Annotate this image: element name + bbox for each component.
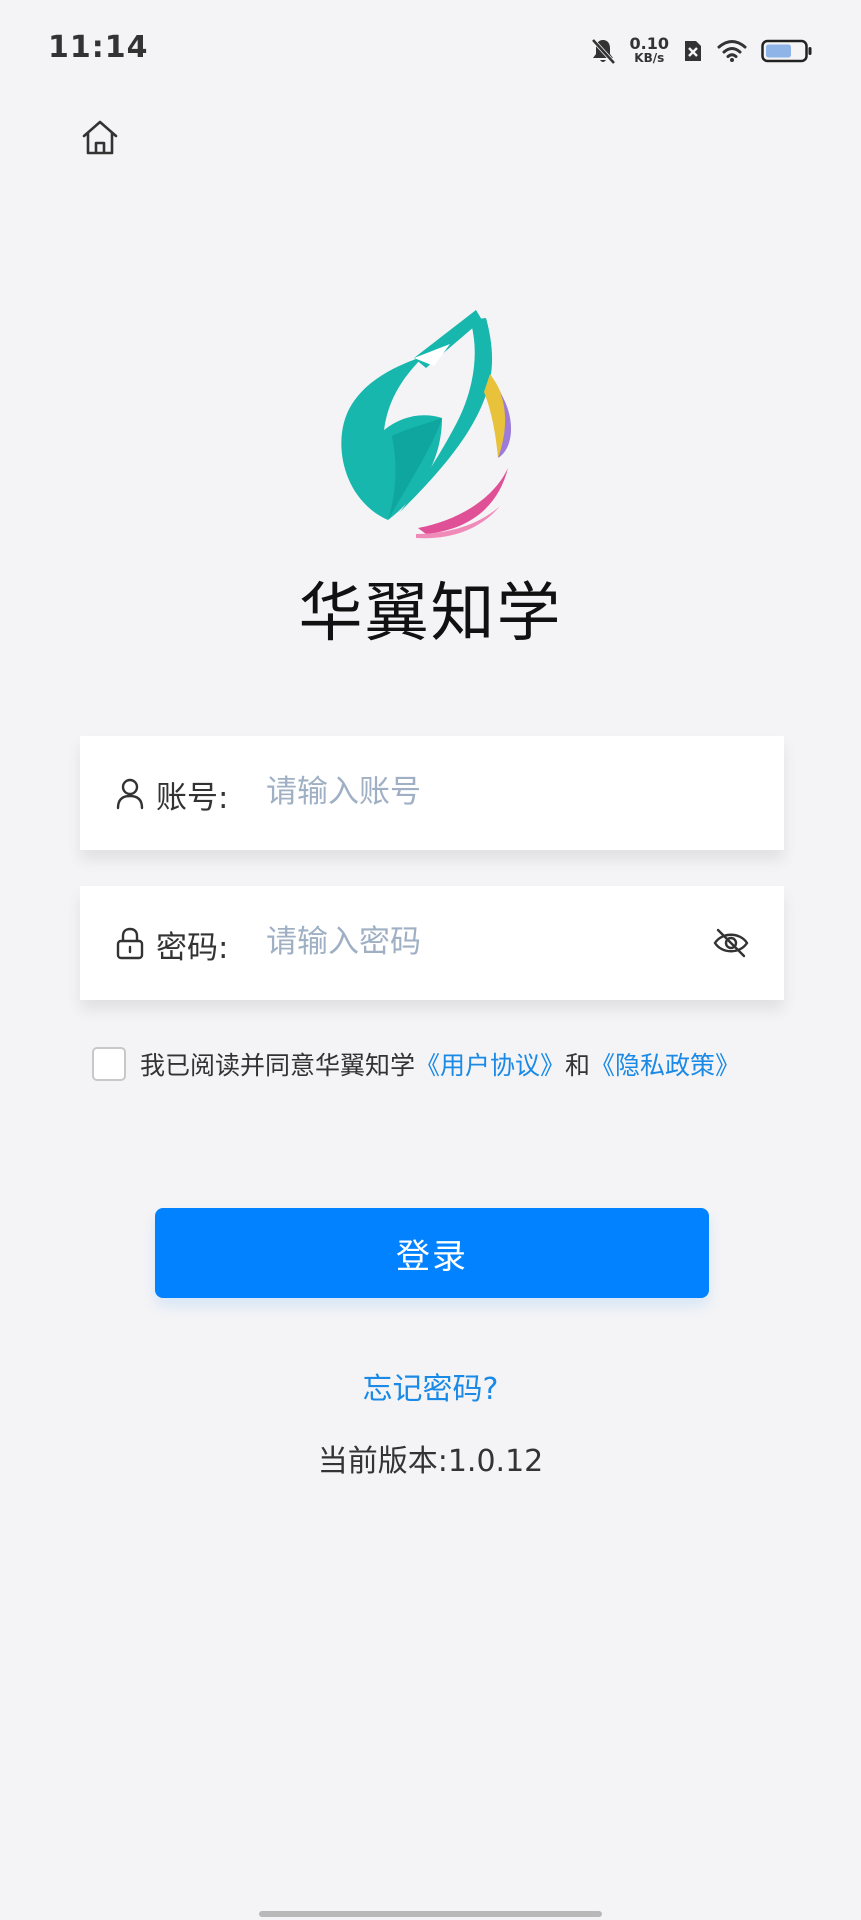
agreement-text: 我已阅读并同意华翼知学 <box>140 1051 416 1080</box>
version-text: 当前版本:1.0.12 <box>317 1444 544 1479</box>
account-label: 账号: <box>156 780 229 816</box>
login-button[interactable]: 登录 <box>155 1208 709 1298</box>
agreement-checkbox[interactable] <box>92 1047 126 1081</box>
home-button[interactable] <box>78 116 122 160</box>
net-speed-value: 0.10 <box>629 34 669 53</box>
privacy-policy-link[interactable]: 《隐私政策》 <box>590 1046 740 1082</box>
password-field: 密码: <box>80 886 784 1000</box>
battery-icon <box>761 39 812 63</box>
wifi-icon <box>717 40 747 62</box>
bell-muted-icon <box>591 38 615 65</box>
lock-icon <box>116 927 144 960</box>
status-bar: 11:14 0.10 KB/s <box>0 0 861 100</box>
forgot-password-link[interactable]: 忘记密码? <box>0 1364 861 1408</box>
user-agreement-link[interactable]: 《用户协议》 <box>415 1046 565 1082</box>
password-label: 密码: <box>156 930 229 966</box>
net-speed-unit: KB/s <box>634 51 665 65</box>
status-time: 11:14 <box>48 30 149 65</box>
sim-off-icon <box>685 41 701 61</box>
app-title: 华翼知学 <box>298 577 563 651</box>
app-logo <box>330 308 534 540</box>
home-indicator[interactable] <box>259 1911 602 1917</box>
status-icons: 0.10 KB/s <box>590 32 813 70</box>
account-field: 账号: <box>80 736 784 850</box>
home-icon <box>82 120 118 155</box>
net-speed: 0.10 KB/s <box>630 36 669 66</box>
password-input[interactable] <box>266 914 686 970</box>
eye-off-icon[interactable] <box>712 926 750 960</box>
account-input[interactable] <box>266 764 686 820</box>
agreement-row: 我已阅读并同意华翼知学 《用户协议》 和 《隐私政策》 <box>92 1046 740 1082</box>
user-icon <box>116 778 144 810</box>
agreement-and: 和 <box>565 1051 591 1080</box>
